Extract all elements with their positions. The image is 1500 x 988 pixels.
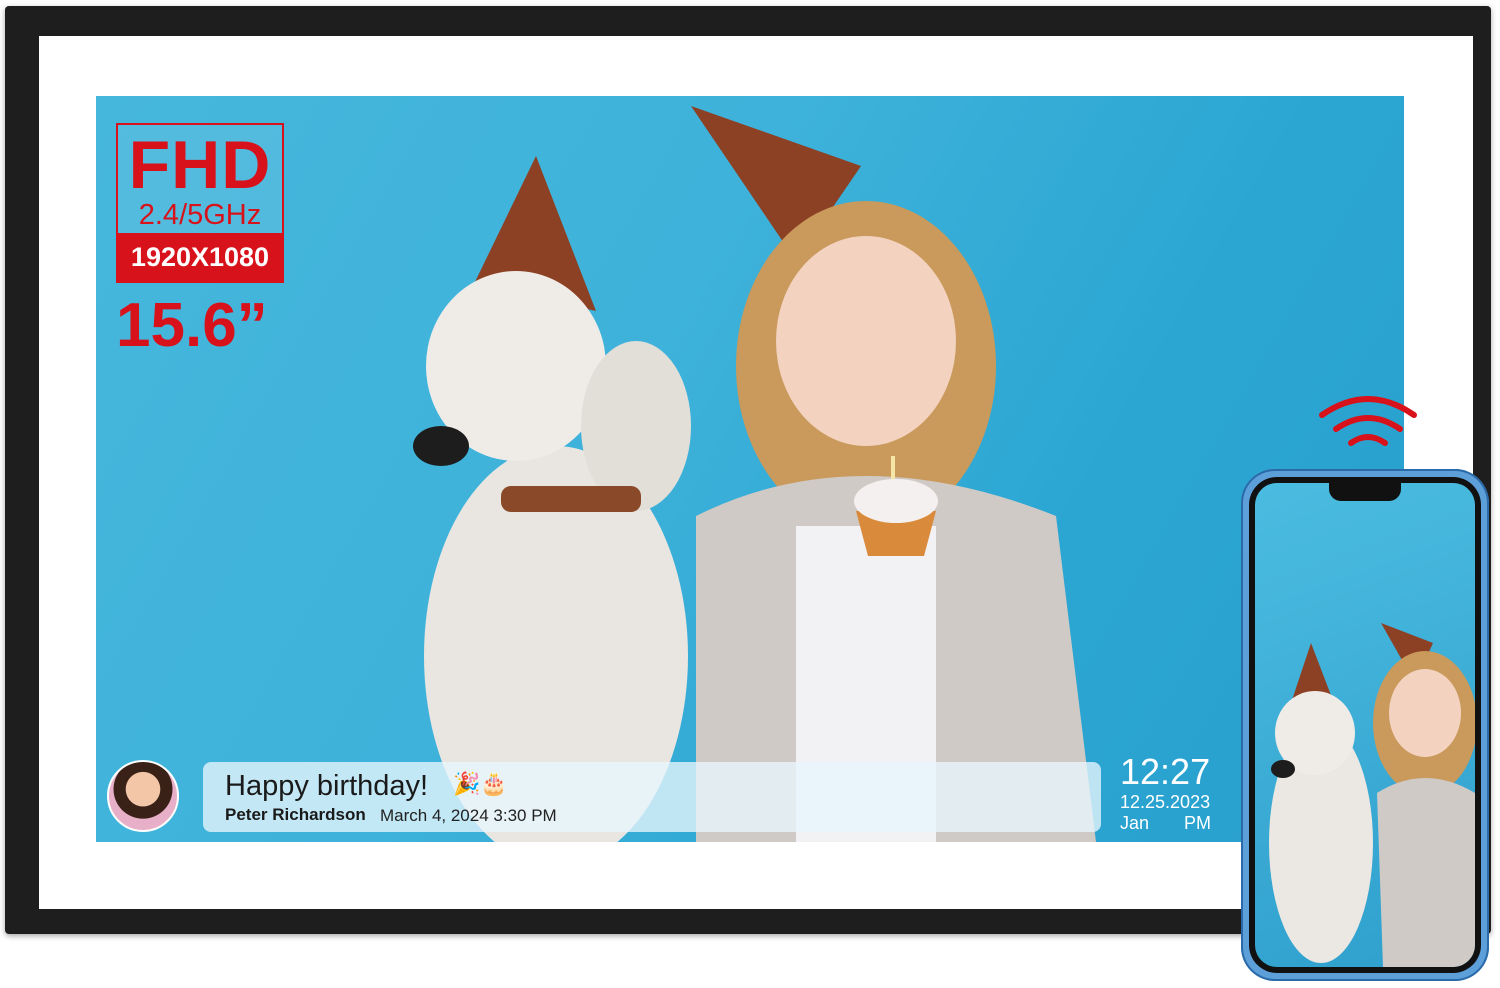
resolution-label: 1920X1080: [118, 233, 282, 281]
message-emoji: 🎉🎂: [453, 772, 508, 797]
fhd-badge: FHD 2.4/5GHz 1920X1080: [116, 123, 284, 283]
phone-photo: [1269, 623, 1475, 967]
smartphone: [1241, 469, 1489, 981]
clock-meta: Jan PM: [1120, 812, 1211, 834]
message-bubble[interactable]: Happy birthday! 🎉🎂 Peter Richardson Marc…: [203, 762, 1101, 832]
photo-content: [413, 106, 1096, 842]
dog-collar: [501, 486, 641, 512]
message-sender: Peter Richardson: [225, 805, 366, 824]
message-timestamp: March 4, 2024 3:30 PM: [380, 806, 557, 825]
screen-size-label: 15.6”: [116, 291, 268, 360]
phone-screen: [1255, 483, 1475, 967]
frame-screen: [96, 96, 1404, 842]
wifi-icon: [1319, 396, 1417, 446]
girl-face: [776, 236, 956, 446]
clock-date: 12.25.2023: [1120, 792, 1211, 812]
fhd-label: FHD: [128, 127, 272, 203]
message-text: Happy birthday!: [225, 770, 429, 802]
dog-nose: [413, 426, 469, 466]
clock-month: Jan: [1120, 813, 1150, 833]
clock-widget: 12:27 12.25.2023 Jan PM: [1120, 752, 1211, 834]
avatar[interactable]: [107, 760, 179, 832]
clock-period: PM: [1184, 813, 1212, 833]
phone-notch: [1329, 483, 1401, 501]
dog-ear: [581, 341, 691, 511]
clock-time: 12:27: [1120, 751, 1211, 792]
wifi-band-label: 2.4/5GHz: [138, 199, 262, 231]
